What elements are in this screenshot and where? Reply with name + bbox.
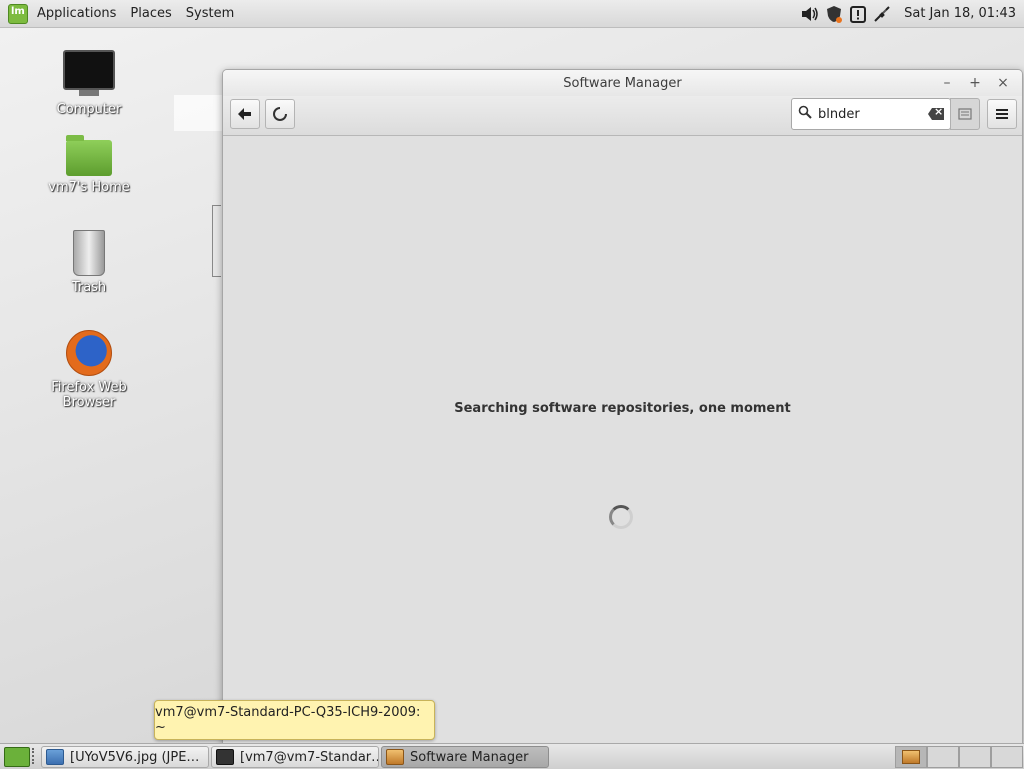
taskbar-item-software-manager[interactable]: Software Manager [381,746,549,768]
menu-places[interactable]: Places [123,6,178,21]
desktop-icon-home[interactable]: vm7's Home [24,135,154,195]
computer-icon [63,50,115,96]
volume-icon[interactable] [800,4,820,24]
back-button[interactable] [230,99,260,129]
desktop-icon-label: vm7's Home [48,180,130,195]
home-folder-icon [66,135,112,176]
network-icon[interactable] [872,4,892,24]
taskbar-tooltip: vm7@vm7-Standard-PC-Q35-ICH9-2009: ~ [154,700,435,740]
loading-spinner-icon [273,107,287,121]
desktop-icon-trash[interactable]: Trash [24,230,154,295]
clear-search-icon[interactable] [928,108,944,120]
workspace-3[interactable] [959,746,991,768]
list-view-icon [958,108,972,120]
menu-system[interactable]: System [179,6,241,21]
update-manager-icon[interactable] [848,4,868,24]
content-area: Searching software repositories, one mom… [223,136,1022,744]
top-panel: Applications Places System Sat Jan 18, 0… [0,0,1024,28]
show-desktop-icon[interactable] [4,747,30,767]
window-title: Software Manager [563,75,682,91]
trash-icon [73,230,105,276]
toolbar [223,96,1022,136]
taskbar-item-terminal[interactable]: [vm7@vm7-Standar… [211,746,379,768]
menu-applications[interactable]: Applications [30,6,123,21]
mint-menu-icon[interactable] [8,3,28,24]
window-titlebar[interactable]: Software Manager – + × [223,70,1022,96]
main-menu-button[interactable] [987,99,1017,129]
search-filter-button[interactable] [950,98,980,130]
panel-handle[interactable] [32,748,38,764]
software-manager-window: Software Manager – + × Searching softwar… [222,69,1023,745]
taskbar-item-label: [vm7@vm7-Standar… [240,749,379,765]
search-status-text: Searching software repositories, one mom… [454,401,791,416]
taskbar-item-label: [UYoV5V6.jpg (JPE… [70,749,200,765]
bottom-panel: [UYoV5V6.jpg (JPE… [vm7@vm7-Standar… Sof… [0,743,1024,769]
workspace-4[interactable] [991,746,1023,768]
software-manager-icon [386,749,404,765]
image-viewer-icon [46,749,64,765]
search-input[interactable] [816,106,924,122]
hamburger-menu-icon [996,109,1008,119]
loading-spinner-icon [609,505,633,529]
desktop-icon-label: Trash [71,280,107,295]
minimize-button[interactable]: – [936,73,958,93]
system-tray: Sat Jan 18, 01:43 [798,0,1024,27]
software-manager-icon [902,750,920,764]
background-window-fragment [174,95,224,131]
desktop-icon-computer[interactable]: Computer [24,50,154,117]
maximize-button[interactable]: + [964,73,986,93]
taskbar-item-label: Software Manager [410,749,529,765]
security-shield-icon[interactable] [824,4,844,24]
terminal-icon [216,749,234,765]
workspace-2[interactable] [927,746,959,768]
search-box[interactable] [791,98,951,130]
taskbar-item-image-viewer[interactable]: [UYoV5V6.jpg (JPE… [41,746,209,768]
desktop-icon-label: Computer [56,102,122,117]
close-button[interactable]: × [992,73,1014,93]
background-window-edge [212,205,221,277]
workspace-1[interactable] [895,746,927,768]
clock[interactable]: Sat Jan 18, 01:43 [904,6,1016,21]
refresh-button[interactable] [265,99,295,129]
arrow-left-icon [238,108,251,120]
desktop-icon-firefox[interactable]: Firefox Web Browser [24,330,154,410]
desktop-icon-label: Firefox Web Browser [51,380,127,410]
search-icon [794,105,816,123]
firefox-icon [66,330,112,376]
